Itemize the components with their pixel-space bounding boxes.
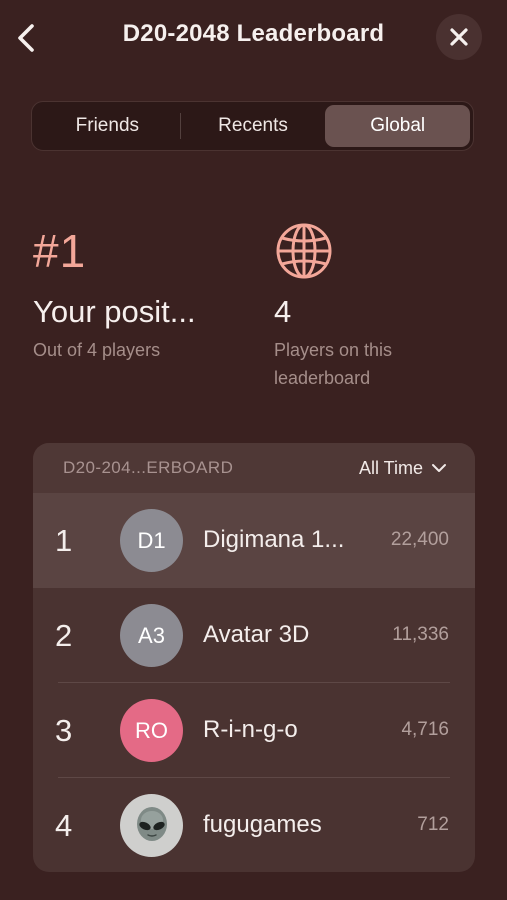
leaderboard-row[interactable]: 1 D1 Digimana 1... 22,400 [33, 493, 475, 588]
tab-friends[interactable]: Friends [35, 105, 180, 147]
player-name: Avatar 3D [203, 621, 310, 648]
player-name: R-i-n-g-o [203, 716, 298, 743]
avatar-initials: A3 [138, 622, 165, 648]
leaderboard-name: D20-204...ERBOARD [63, 458, 234, 477]
row-rank: 4 [55, 808, 73, 843]
leaderboard-row[interactable]: 4 fugugames 712 [33, 778, 475, 872]
position-label: Your posit... [33, 294, 196, 329]
avatar [120, 794, 183, 857]
time-filter-label: All Time [358, 457, 423, 478]
row-rank: 2 [55, 618, 73, 653]
player-name: Digimana 1... [203, 526, 345, 553]
player-count-subtitle-line1: Players on this [274, 340, 393, 360]
row-rank: 1 [55, 523, 73, 558]
avatar-initials: RO [135, 717, 168, 743]
tab-global[interactable]: Global [325, 105, 471, 147]
top-bar: D20-2048 Leaderboard [0, 0, 507, 76]
avatar: A3 [120, 604, 183, 667]
chevron-down-icon [432, 464, 446, 472]
close-icon [450, 28, 468, 46]
avatar: D1 [120, 509, 183, 572]
player-score: 22,400 [390, 529, 449, 550]
player-score: 712 [417, 814, 449, 835]
player-score: 4,716 [401, 719, 449, 740]
close-button[interactable] [436, 14, 482, 60]
alien-icon [136, 806, 167, 841]
player-score: 11,336 [392, 624, 449, 645]
back-button[interactable] [8, 18, 44, 58]
leaderboard-row[interactable]: 2 A3 Avatar 3D 11,336 [33, 588, 475, 683]
chevron-left-icon [18, 24, 34, 52]
leaderboard-row[interactable]: 3 RO R-i-n-g-o 4,716 [33, 683, 475, 778]
leaderboard-card: D20-204...ERBOARD All Time 1 D1 Digimana… [33, 443, 475, 872]
avatar: RO [120, 699, 183, 762]
time-filter-dropdown[interactable]: All Time [359, 458, 447, 479]
globe-icon [276, 223, 332, 279]
leaderboard-header: D20-204...ERBOARD All Time [33, 443, 475, 493]
player-count: 4 [274, 294, 292, 329]
position-subtitle: Out of 4 players [33, 340, 161, 360]
row-rank: 3 [55, 713, 73, 748]
position-rank: #1 [33, 225, 87, 277]
player-count-subtitle-line2: leaderboard [274, 368, 371, 388]
tab-recents[interactable]: Recents [181, 105, 326, 147]
scope-segmented-control: Friends Recents Global [31, 101, 474, 151]
page-title: D20-2048 Leaderboard [122, 20, 385, 47]
avatar-initials: D1 [137, 527, 166, 553]
player-name: fugugames [203, 811, 322, 838]
